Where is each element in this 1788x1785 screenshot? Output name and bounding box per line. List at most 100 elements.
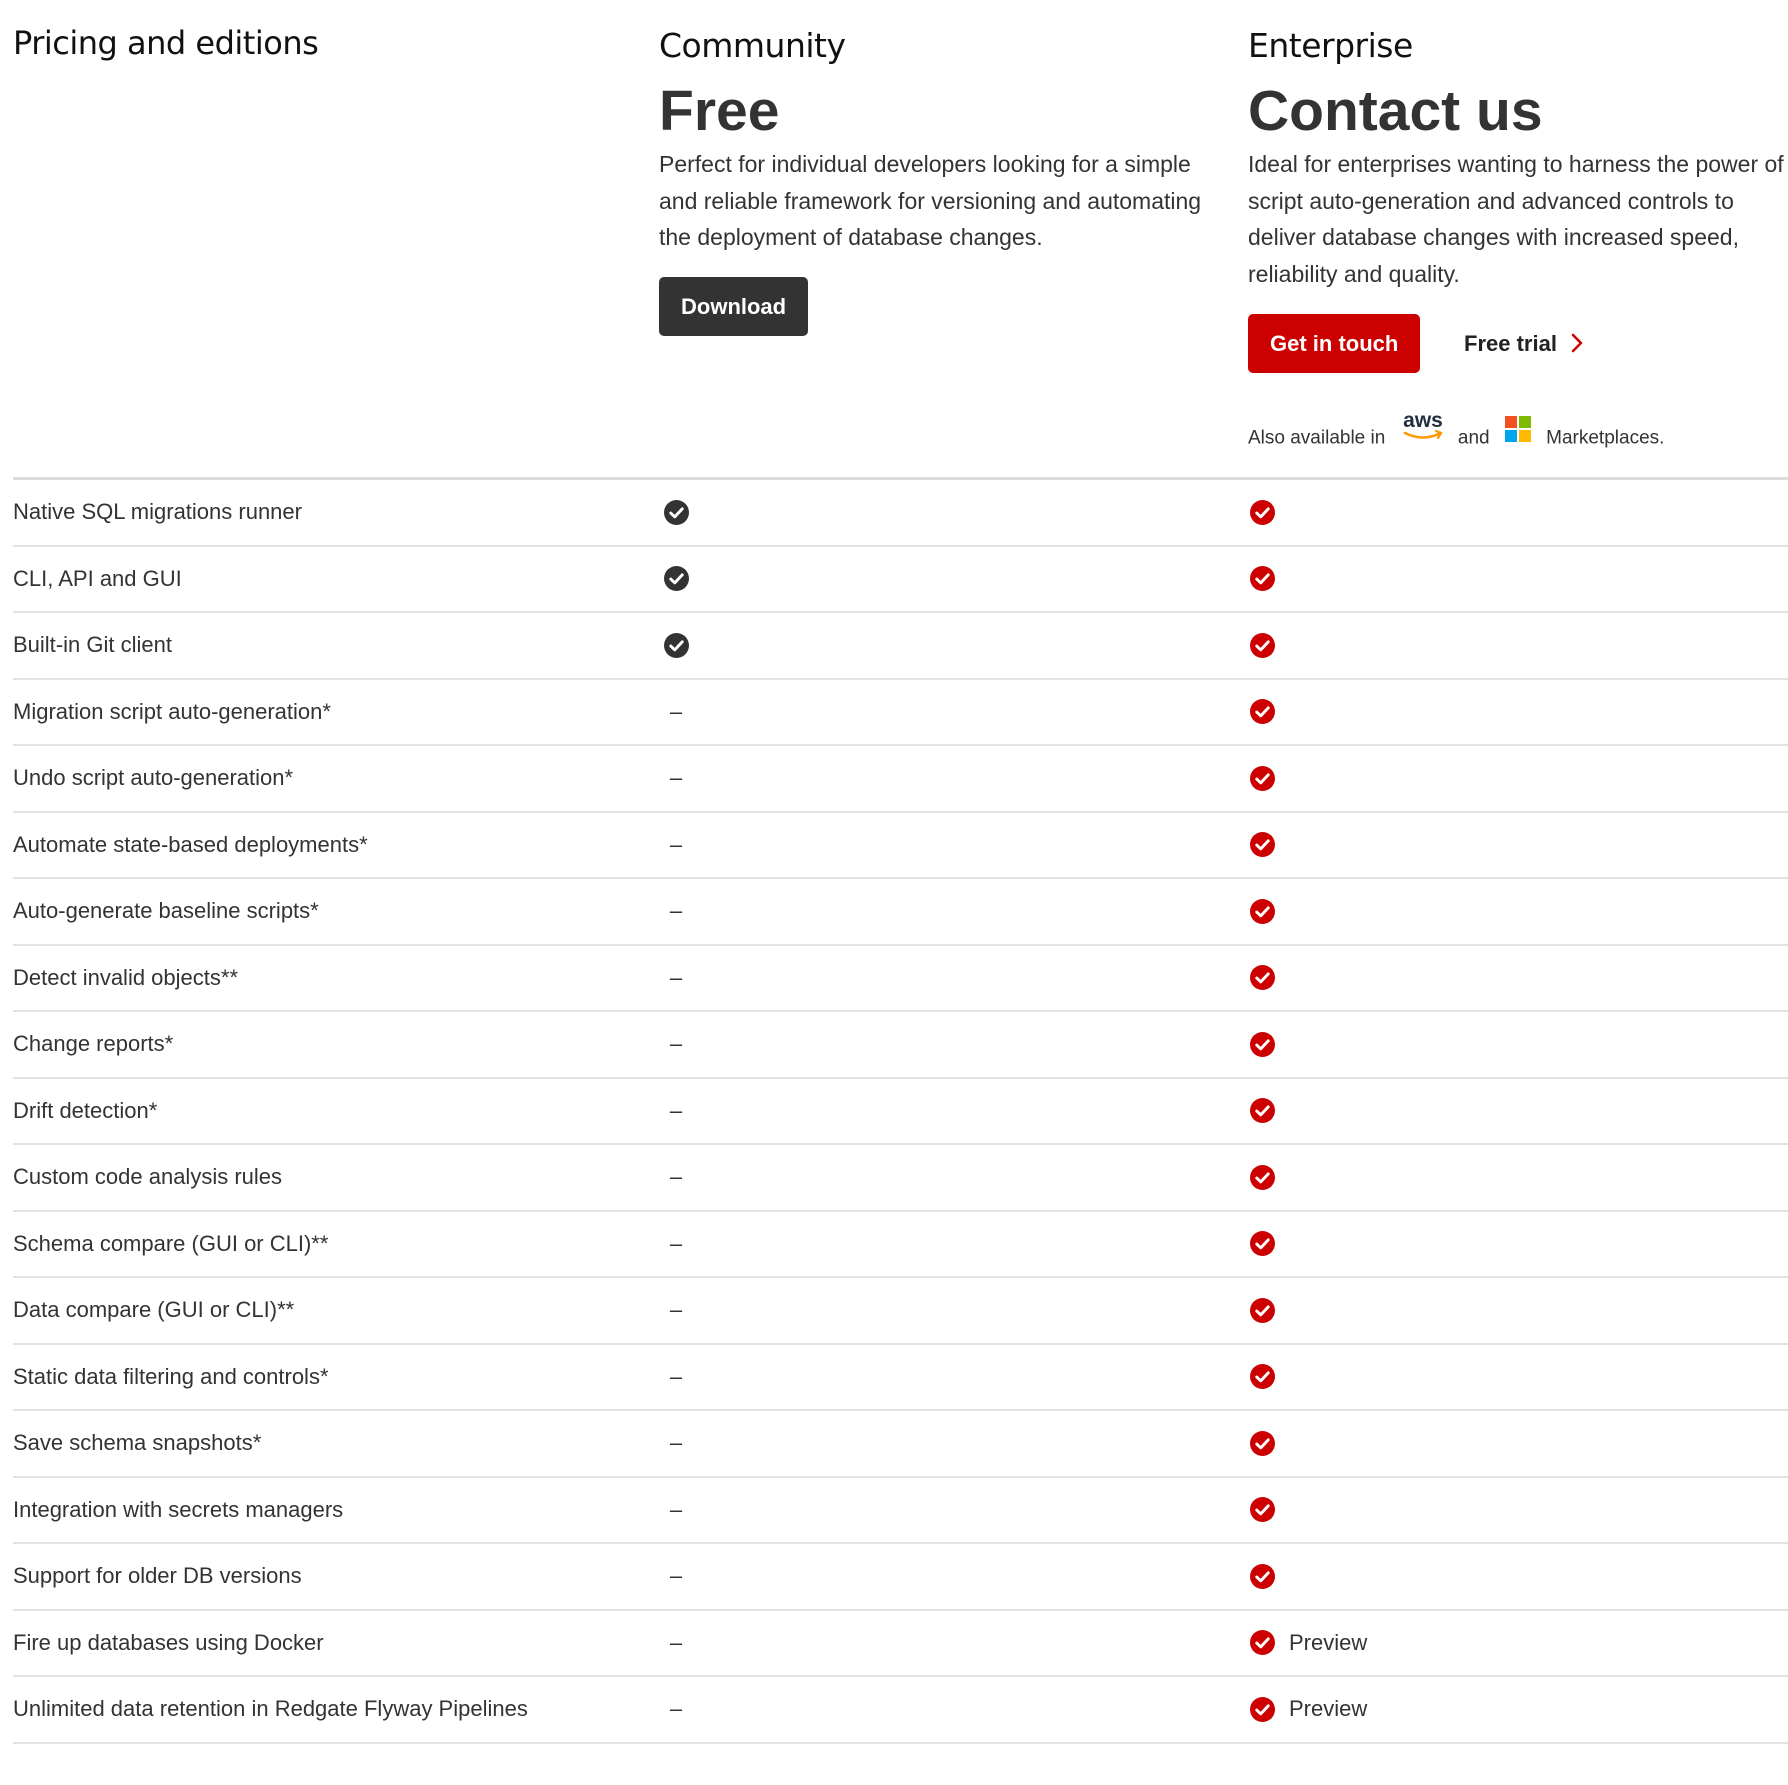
not-included-dash: – (669, 1297, 683, 1323)
community-cell: – (661, 1345, 691, 1410)
checkmark-icon (663, 632, 689, 658)
enterprise-cell (1250, 1345, 1275, 1410)
enterprise-description-line: script auto-generation and advanced cont… (1248, 187, 1734, 214)
checkmark-icon (1250, 1031, 1275, 1057)
table-row: Save schema snapshots* – (13, 1411, 1788, 1478)
community-cell: – (661, 1145, 691, 1210)
enterprise-cell (1250, 1012, 1275, 1077)
feature-label: Automate state-based deployments* (13, 831, 368, 857)
community-cell: – (661, 879, 691, 944)
enterprise-description: Ideal for enterprises wanting to harness… (1248, 146, 1788, 292)
community-cell (661, 613, 691, 678)
checkmark-icon (1250, 632, 1275, 658)
checkmark-icon (1250, 499, 1275, 525)
not-included-dash: – (669, 1496, 683, 1522)
microsoft-logo[interactable] (1504, 416, 1531, 457)
table-row: Fire up databases using Docker – Preview (13, 1611, 1788, 1677)
table-row: Auto-generate baseline scripts* – (13, 879, 1788, 946)
checkmark-icon (1250, 699, 1275, 725)
enterprise-cell (1250, 1079, 1275, 1144)
enterprise-cell (1250, 480, 1275, 545)
community-cell: – (661, 1478, 691, 1543)
enterprise-cell: Preview (1250, 1611, 1367, 1676)
aws-logo[interactable]: aws (1401, 409, 1445, 459)
table-row: Schema compare (GUI or CLI)** – (13, 1212, 1788, 1278)
marketplace-and: and (1457, 427, 1490, 449)
checkmark-icon (1250, 566, 1275, 592)
checkmark-icon (1250, 1696, 1275, 1722)
enterprise-cell (1250, 946, 1275, 1011)
enterprise-description-line: reliability and quality. (1248, 260, 1460, 287)
marketplace-prefix: Also available in (1248, 427, 1386, 449)
community-cell: – (661, 1212, 691, 1277)
checkmark-icon (1250, 965, 1275, 991)
feature-label: Save schema snapshots* (13, 1430, 262, 1455)
table-row: Native SQL migrations runner (13, 480, 1788, 547)
feature-comparison-table: Native SQL migrations runner CLI, API and… (13, 480, 1788, 1744)
table-row: Unlimited data retention in Redgate Flyw… (13, 1677, 1788, 1744)
not-included-dash: – (669, 898, 683, 924)
community-edition-name: Community (659, 26, 846, 65)
table-row: Data compare (GUI or CLI)** – (13, 1278, 1788, 1345)
community-description-line: the deployment of database changes. (659, 224, 1043, 250)
table-row: Support for older DB versions – (13, 1544, 1788, 1611)
preview-label: Preview (1289, 1696, 1368, 1722)
enterprise-cell (1250, 1544, 1275, 1609)
feature-label: Support for older DB versions (13, 1563, 302, 1588)
not-included-dash: – (669, 765, 683, 791)
enterprise-cell (1250, 613, 1275, 678)
free-trial-link[interactable]: Free trial (1464, 314, 1583, 373)
feature-label: Undo script auto-generation* (13, 765, 294, 790)
community-cell: – (661, 680, 691, 745)
community-cell: – (661, 1012, 691, 1077)
feature-label: Change reports* (13, 1031, 174, 1056)
marketplace-availability: Also available in aws and Marketplaces. (1248, 409, 1665, 457)
checkmark-icon (1250, 1497, 1275, 1523)
enterprise-cell (1250, 1145, 1275, 1210)
table-row: CLI, API and GUI (13, 547, 1788, 613)
community-description-line: Perfect for individual developers lookin… (659, 151, 1191, 177)
feature-label: Built-in Git client (13, 632, 172, 657)
not-included-dash: – (669, 1629, 683, 1655)
table-row: Undo script auto-generation* – (13, 746, 1788, 813)
page-title: Pricing and editions (13, 24, 319, 62)
feature-label: Integration with secrets managers (13, 1496, 344, 1522)
feature-label: CLI, API and GUI (13, 565, 182, 591)
community-cell: – (661, 1411, 691, 1476)
checkmark-icon (1250, 898, 1275, 924)
not-included-dash: – (669, 1430, 683, 1456)
enterprise-cell (1250, 547, 1275, 612)
checkmark-icon (1250, 1630, 1275, 1656)
community-column: Community Free Perfect for individual de… (659, 24, 1214, 336)
enterprise-cell (1250, 1478, 1275, 1543)
get-in-touch-button[interactable]: Get in touch (1248, 314, 1421, 373)
chevron-right-icon (1571, 333, 1583, 353)
checkmark-icon (1250, 1164, 1275, 1190)
checkmark-icon (1250, 1563, 1275, 1589)
feature-label: Static data filtering and controls* (13, 1363, 329, 1389)
table-row: Detect invalid objects** – (13, 946, 1788, 1012)
feature-label: Fire up databases using Docker (13, 1629, 324, 1655)
table-row: Integration with secrets managers – (13, 1478, 1788, 1544)
enterprise-edition-name: Enterprise (1248, 26, 1413, 65)
checkmark-icon (663, 566, 689, 592)
community-cell: – (661, 1544, 691, 1609)
not-included-dash: – (669, 1164, 683, 1190)
preview-label: Preview (1289, 1629, 1368, 1655)
feature-label: Native SQL migrations runner (13, 499, 302, 524)
feature-label: Data compare (GUI or CLI)** (13, 1297, 295, 1322)
enterprise-cell (1250, 680, 1275, 745)
marketplace-suffix: Marketplaces. (1546, 427, 1665, 449)
pricing-page: Pricing and editions Community Free Perf… (0, 0, 1788, 1785)
download-button[interactable]: Download (659, 277, 809, 336)
feature-label: Auto-generate baseline scripts* (13, 898, 319, 923)
enterprise-description-line: deliver database changes with increased … (1248, 224, 1739, 250)
feature-label: Drift detection* (13, 1097, 158, 1123)
community-cell: – (661, 1079, 691, 1144)
table-row: Drift detection* – (13, 1079, 1788, 1145)
community-description-line: and reliable framework for versioning an… (659, 187, 1202, 214)
community-cell: – (661, 1611, 691, 1676)
not-included-dash: – (669, 964, 683, 990)
feature-label: Unlimited data retention in Redgate Flyw… (13, 1696, 528, 1721)
not-included-dash: – (669, 1563, 683, 1589)
